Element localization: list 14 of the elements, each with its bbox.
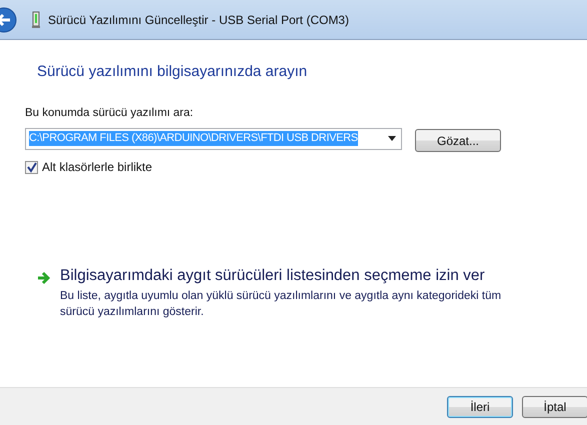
device-icon: [31, 10, 41, 28]
next-button[interactable]: İleri: [447, 396, 513, 418]
checkbox-label: Alt klasörlerle birlikte: [42, 160, 152, 174]
browse-button[interactable]: Gözat...: [415, 129, 501, 152]
cancel-button[interactable]: İptal: [522, 396, 587, 418]
window-title: Sürücü Yazılımını Güncelleştir - USB Serial Port (COM3): [48, 12, 349, 26]
page-heading: Sürücü yazılımını bilgisayarınızda arayın: [37, 63, 308, 80]
checkbox[interactable]: [25, 160, 38, 174]
path-value: C:\PROGRAM FILES (X86)\ARDUINO\DRIVERS\FTDI USB DRIVERS: [29, 131, 358, 146]
caret-icon[interactable]: [388, 136, 396, 141]
arrow-icon: [37, 271, 51, 285]
option-link[interactable]: Bilgisayarımdaki aygıt sürücüleri listesinden seçmeme izin ver: [60, 267, 520, 285]
location-label: Bu konumda sürücü yazılımı ara:: [25, 107, 194, 119]
option-description: Bu liste, aygıtla uyumlu olan yüklü sürücü yazılımlarını ve aygıtla aynı kategorideki tüm sürücü yazılımlarını gösterir.: [60, 289, 502, 320]
